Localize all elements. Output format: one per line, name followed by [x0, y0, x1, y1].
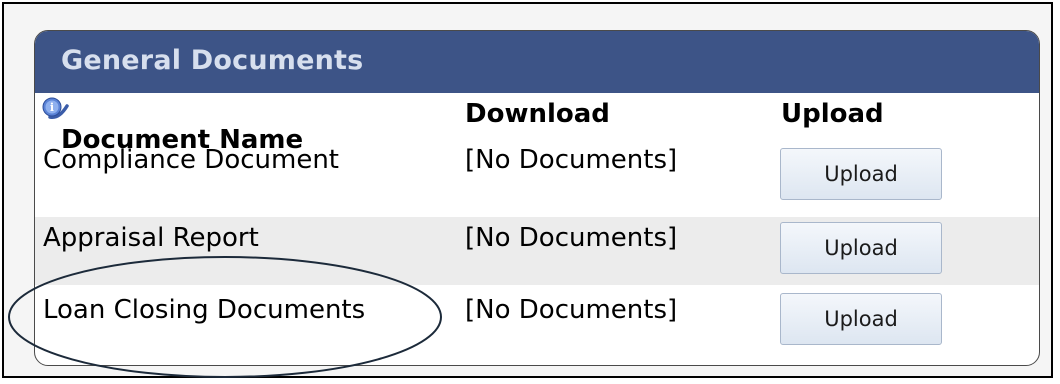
table-row: Appraisal Report [No Documents] Upload	[35, 217, 1039, 285]
upload-button[interactable]: Upload	[780, 293, 942, 345]
download-status: [No Documents]	[465, 295, 678, 325]
document-name: Loan Closing Documents	[43, 295, 366, 325]
table-row: Compliance Document [No Documents] Uploa…	[35, 139, 1039, 207]
column-header-download: Download	[465, 99, 610, 129]
column-header-upload: Upload	[781, 99, 884, 129]
info-icon[interactable]: i	[41, 97, 71, 121]
download-status: [No Documents]	[465, 223, 678, 253]
panel-header: General Documents	[35, 31, 1039, 93]
download-status: [No Documents]	[465, 145, 678, 175]
upload-button[interactable]: Upload	[780, 222, 942, 274]
panel-title: General Documents	[61, 45, 364, 76]
svg-text:i: i	[50, 101, 54, 114]
upload-button[interactable]: Upload	[780, 148, 942, 200]
document-name: Compliance Document	[43, 145, 340, 175]
document-name: Appraisal Report	[43, 223, 259, 253]
table-row: Loan Closing Documents [No Documents] Up…	[35, 285, 1039, 353]
screenshot-frame: General Documents i Document Name Downlo…	[2, 2, 1053, 378]
general-documents-panel: General Documents i Document Name Downlo…	[34, 30, 1040, 366]
